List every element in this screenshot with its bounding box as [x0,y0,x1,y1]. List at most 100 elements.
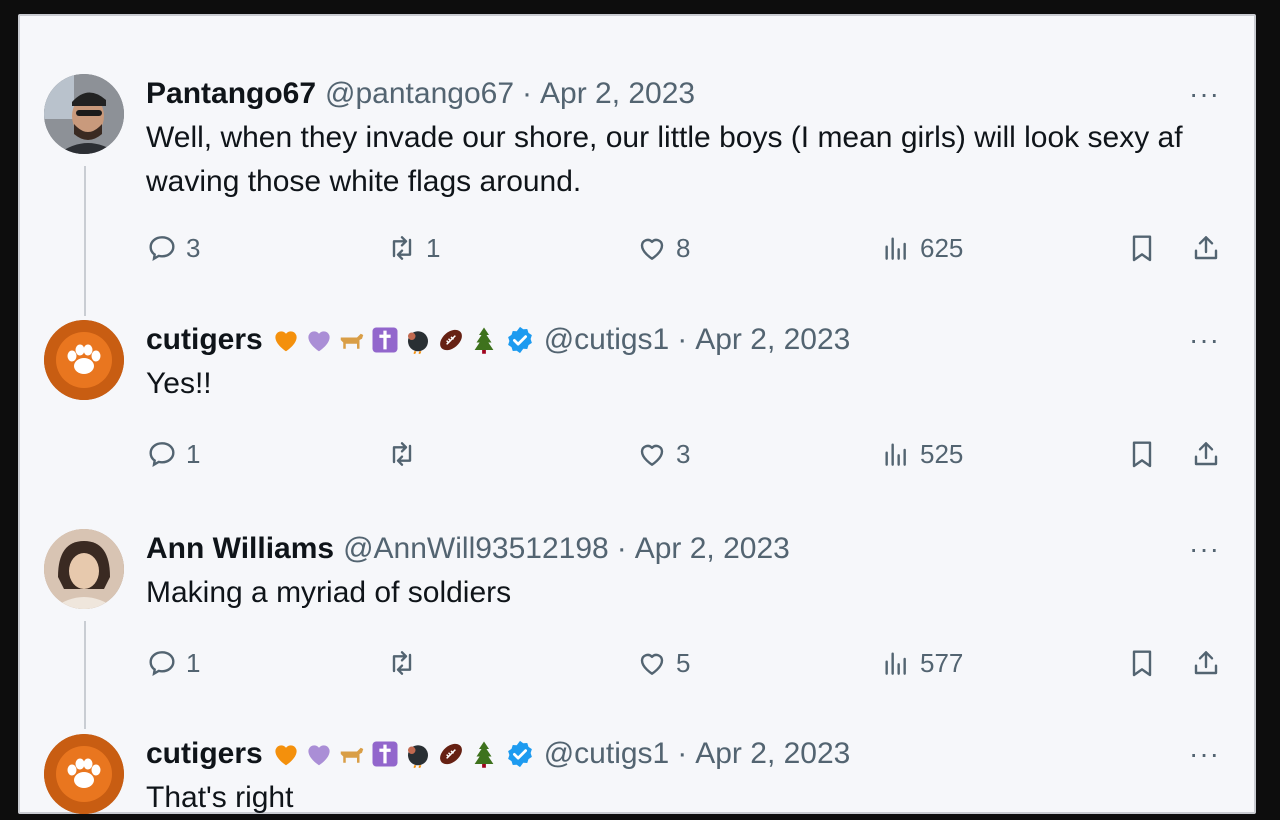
share-button[interactable] [1190,230,1222,266]
views-icon [885,652,906,675]
like-count: 3 [676,438,691,469]
name-emojis [271,739,499,769]
like-button[interactable]: 8 [636,230,690,266]
user-handle[interactable]: @cutigs1 [544,734,670,774]
view-count: 625 [920,232,964,263]
retweet-icon [392,442,412,466]
christmas-tree-icon [474,327,494,354]
bookmark-icon [1132,441,1152,468]
views-button[interactable]: 525 [880,436,963,472]
separator: · [522,77,532,110]
verified-badge [505,325,535,355]
timestamp[interactable]: Apr 2, 2023 [635,529,790,569]
separator: · [677,737,688,770]
tweet-header: cutigers @cutigs1 · Apr 2, 2023 [146,320,850,360]
bookmark-button[interactable] [1126,436,1158,472]
user-handle[interactable]: @pantango67 [325,74,514,114]
display-name[interactable]: cutigers [146,734,263,774]
user-handle[interactable]: @cutigs1 [544,320,670,360]
purple-heart-icon [308,745,330,766]
bookmark-icon [1132,235,1152,262]
orange-heart-icon [275,745,297,766]
separator: · [677,323,688,356]
share-icon [1194,236,1218,260]
bookmark-button[interactable] [1126,230,1158,266]
orange-heart-icon [275,331,297,352]
views-button[interactable]: 625 [880,230,963,266]
timestamp[interactable]: Apr 2, 2023 [540,74,695,114]
verified-icon [507,326,532,354]
verified-icon [507,740,532,768]
like-count: 8 [676,232,691,263]
display-name[interactable]: cutigers [146,320,263,360]
verified-badge [505,739,535,769]
heart-icon [640,653,664,675]
bookmark-icon [1132,650,1152,677]
thread-line [84,166,86,316]
share-button[interactable] [1190,436,1222,472]
more-options-button[interactable]: ··· [1189,529,1220,569]
timestamp[interactable]: Apr 2, 2023 [695,734,850,774]
views-icon [885,237,906,260]
tweet-header: Pantango67 @pantango67 · Apr 2, 2023 [146,74,695,114]
retweet-button[interactable]: 1 [386,230,440,266]
heart-icon [640,444,664,466]
more-options-button[interactable]: ··· [1189,320,1220,360]
name-emojis [271,325,499,355]
separator: · [616,532,627,565]
reply-icon [149,651,175,676]
tweet-header: Ann Williams @AnnWill93512198 · Apr 2, 2… [146,529,790,569]
view-count: 525 [920,438,964,469]
like-count: 5 [676,647,691,678]
like-button[interactable]: 5 [636,645,690,681]
tweet-text: Making a myriad of soldiers [146,576,512,609]
share-icon [1194,651,1218,675]
reply-count: 1 [186,647,201,678]
cross-icon [372,741,398,767]
reply-icon [149,236,175,261]
dog-icon [340,747,363,763]
more-options-button[interactable]: ··· [1189,74,1220,114]
reply-count: 1 [186,438,201,469]
reply-button[interactable]: 1 [146,645,200,681]
purple-heart-icon [308,331,330,352]
display-name[interactable]: Ann Williams [146,529,334,569]
like-button[interactable]: 3 [636,436,690,472]
user-handle[interactable]: @AnnWill93512198 [343,529,609,569]
retweet-count: 1 [426,232,441,263]
retweet-icon [392,651,412,675]
bookmark-button[interactable] [1126,645,1158,681]
retweet-button[interactable] [386,645,418,681]
share-icon [1194,442,1218,466]
tweet-actions: 1 3 525 [146,436,1236,472]
view-count: 577 [920,647,964,678]
dog-icon [340,333,363,349]
reply-button[interactable]: 1 [146,436,200,472]
avatar[interactable] [44,734,124,814]
more-options-button[interactable]: ··· [1189,734,1220,774]
turkey-icon [407,745,428,769]
tweet-text: That's right [146,781,294,814]
share-button[interactable] [1190,645,1222,681]
retweet-button[interactable] [386,436,418,472]
tweet-header: cutigers @cutigs1 · Apr 2, 2023 [146,734,850,774]
views-button[interactable]: 577 [880,645,963,681]
christmas-tree-icon [474,741,494,768]
tweet-text: Well, when they invade our shore, our li… [146,121,1183,198]
tweet-actions: 1 5 577 [146,645,1236,681]
reply-button[interactable]: 3 [146,230,200,266]
heart-icon [640,238,664,260]
thread-line [84,621,86,729]
tweet-actions: 3 1 8 625 [146,230,1236,266]
avatar[interactable] [44,320,124,400]
timestamp[interactable]: Apr 2, 2023 [695,320,850,360]
display-name[interactable]: Pantango67 [146,74,316,114]
turkey-icon [407,331,428,355]
avatar[interactable] [44,74,124,154]
cross-icon [372,327,398,353]
reply-icon [149,442,175,467]
avatar[interactable] [44,529,124,609]
tweet-text: Yes!! [146,367,212,400]
views-icon [885,443,906,466]
retweet-icon [392,236,412,260]
